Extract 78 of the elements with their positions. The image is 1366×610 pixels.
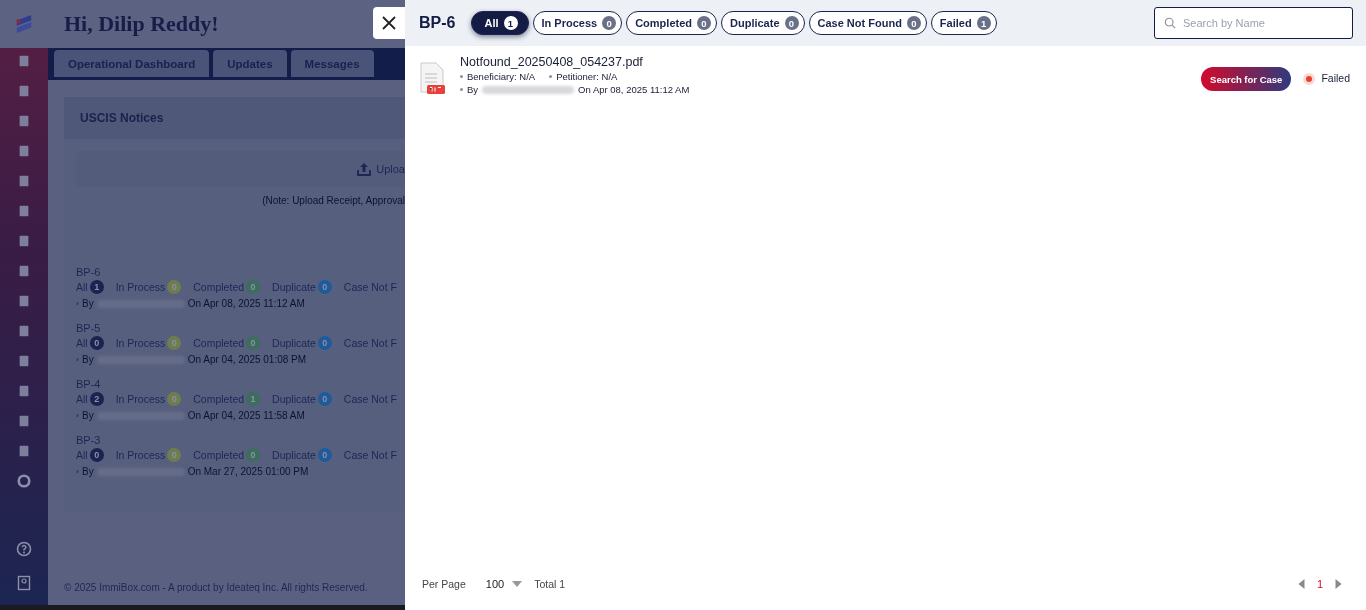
count-label: Duplicate: [272, 393, 316, 405]
upload-note: (Note: Upload Receipt, Approval: [261, 195, 405, 206]
filter-tab[interactable]: All 1: [471, 11, 529, 35]
upload-label: Uploa: [376, 163, 405, 175]
upload-date: On Apr 04, 2025 01:08 PM: [187, 354, 307, 365]
upload-date: On Mar 27, 2025 01:00 PM: [187, 466, 309, 477]
count-label: Duplicate: [272, 281, 316, 293]
beneficiary-text: Beneficiary: N/A: [467, 71, 536, 82]
filter-tab[interactable]: In Process 0: [532, 11, 623, 35]
by-label: By: [82, 410, 94, 421]
filter-tab[interactable]: Case Not Found 0: [808, 11, 927, 35]
count-label: Case Not F: [343, 449, 397, 461]
pdf-file-icon: [419, 62, 445, 96]
drawer-title: BP-6: [419, 14, 456, 32]
caret-icon: [512, 581, 523, 587]
filter-tab[interactable]: Duplicate 0: [721, 11, 805, 35]
count-badge: 0: [317, 392, 332, 406]
count-badge: 0: [246, 448, 261, 462]
count-badge: 1: [246, 392, 261, 406]
count-label: Case Not F: [343, 393, 397, 405]
count-label: Completed: [193, 449, 245, 461]
by-label: By: [82, 298, 94, 309]
count-label: Completed: [193, 337, 245, 349]
by-label: By: [82, 466, 94, 477]
count-badge: 0: [317, 280, 332, 294]
upload-date: On Apr 08, 2025 11:12 AM: [578, 84, 690, 95]
upload-icon: [356, 161, 373, 177]
help-icon[interactable]: [16, 541, 32, 557]
logo-icon: [15, 13, 33, 35]
status-text: Failed: [1321, 72, 1350, 84]
per-page-select[interactable]: 100: [485, 578, 523, 590]
batch-name: BP-3: [76, 434, 102, 446]
upload-date: On Apr 04, 2025 11:58 AM: [187, 410, 305, 421]
greeting-title: Hi, Dilip Reddy!: [64, 11, 219, 37]
count-label: Completed: [193, 393, 245, 405]
count-label: Case Not F: [343, 337, 397, 349]
petitioner-text: Petitioner: N/A: [556, 71, 618, 82]
count-badge: 0: [246, 280, 261, 294]
count-label: Completed: [193, 281, 245, 293]
per-page-label: Per Page: [422, 578, 466, 590]
count-badge: 0: [89, 448, 104, 462]
card-title: USCIS Notices: [80, 111, 164, 125]
count-label: Duplicate: [272, 449, 316, 461]
batch-name: BP-5: [76, 322, 102, 334]
count-badge: 0: [167, 336, 182, 350]
by-label: By: [467, 84, 479, 95]
file-name: Notfound_20250408_054237.pdf: [460, 55, 644, 69]
count-badge: 0: [317, 336, 332, 350]
count-label: All: [76, 281, 88, 293]
count-badge: 0: [317, 448, 332, 462]
by-label: By: [82, 354, 94, 365]
page-number[interactable]: 1: [1316, 578, 1323, 590]
search-case-button[interactable]: Search for Case: [1201, 67, 1292, 91]
count-label: Case Not F: [343, 281, 397, 293]
search-icon: [1164, 17, 1176, 29]
count-badge: 2: [89, 392, 104, 406]
count-label: Duplicate: [272, 337, 316, 349]
previous-page-icon[interactable]: [1297, 579, 1305, 589]
count-label: All: [76, 393, 88, 405]
count-badge: 0: [246, 336, 261, 350]
close-icon: [382, 16, 396, 30]
book-icon[interactable]: [16, 575, 32, 591]
count-badge: 0: [167, 280, 182, 294]
next-page-icon[interactable]: [1335, 579, 1342, 589]
batch-name: BP-4: [76, 378, 102, 390]
batch-name: BP-6: [76, 266, 102, 278]
search-field[interactable]: Search by Name: [1154, 7, 1353, 39]
count-label: All: [76, 337, 88, 349]
count-badge: 0: [167, 392, 182, 406]
filter-tab[interactable]: Completed 0: [626, 11, 717, 35]
close-button[interactable]: [373, 7, 405, 39]
filter-tab[interactable]: Failed 1: [930, 11, 997, 35]
count-badge: 1: [89, 280, 104, 294]
count-badge: 0: [167, 448, 182, 462]
upload-date: On Apr 08, 2025 11:12 AM: [187, 298, 305, 309]
count-label: All: [76, 449, 88, 461]
count-badge: 0: [89, 336, 104, 350]
total-count: Total 1: [534, 578, 566, 590]
